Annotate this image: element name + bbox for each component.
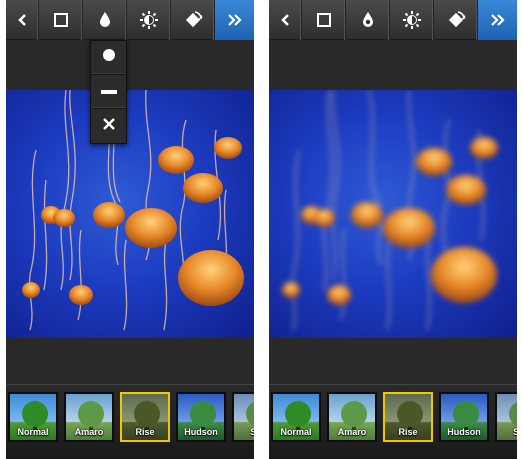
filter-label: Rise	[135, 427, 155, 437]
next-button[interactable]	[215, 0, 254, 40]
tilt-shift-radial-option[interactable]	[91, 41, 126, 75]
filter-normal[interactable]: Normal	[8, 392, 58, 442]
filter-rise[interactable]: Rise	[383, 392, 433, 442]
filter-label: Normal	[17, 427, 49, 437]
filter-normal[interactable]: Normal	[271, 392, 321, 442]
rotate-button[interactable]	[171, 0, 215, 40]
photo-preview[interactable]	[269, 90, 517, 338]
lux-icon	[402, 10, 422, 30]
border-icon	[53, 12, 69, 28]
filter-label: Sie	[234, 427, 254, 437]
tilt-shift-linear-option[interactable]	[91, 75, 126, 109]
photo-preview[interactable]	[6, 90, 254, 338]
filter-label: Amaro	[337, 427, 367, 437]
rotate-icon	[183, 10, 203, 30]
lux-button[interactable]	[390, 0, 434, 40]
filter-hudson[interactable]: Hudson	[176, 392, 226, 442]
off-icon	[102, 117, 116, 136]
toolbar	[269, 0, 517, 40]
filter-sierra[interactable]: Sie	[495, 392, 517, 442]
filter-hudson[interactable]: Hudson	[439, 392, 489, 442]
filter-label: Hudson	[447, 427, 481, 437]
tilt-shift-off-option[interactable]	[91, 109, 126, 143]
tilt-shift-button[interactable]	[83, 0, 127, 40]
filter-label: Sie	[497, 427, 517, 437]
filter-strip[interactable]: Normal Amaro Rise Hudson Sie	[6, 384, 254, 459]
filter-strip[interactable]: Normal Amaro Rise Hudson Sie	[269, 384, 517, 459]
lux-icon	[139, 10, 159, 30]
rotate-icon	[446, 10, 466, 30]
radial-icon	[102, 48, 116, 67]
jellyfish-image-blurred	[282, 90, 498, 331]
tilt-shift-menu	[90, 40, 127, 144]
next-button[interactable]	[478, 0, 517, 40]
linear-icon	[100, 83, 118, 101]
tilt-shift-icon	[98, 11, 112, 29]
toolbar	[6, 0, 254, 40]
forward-icon	[226, 13, 244, 27]
editor-screen-right: Normal Amaro Rise Hudson Sie	[269, 0, 517, 459]
filter-label: Hudson	[184, 427, 218, 437]
jellyfish-image	[22, 90, 244, 331]
border-button[interactable]	[302, 0, 346, 40]
rotate-button[interactable]	[434, 0, 478, 40]
filter-amaro[interactable]: Amaro	[327, 392, 377, 442]
back-button[interactable]	[6, 0, 39, 40]
tilt-shift-icon	[361, 11, 375, 29]
border-icon	[316, 12, 332, 28]
forward-icon	[489, 13, 507, 27]
filter-label: Normal	[280, 427, 312, 437]
border-button[interactable]	[39, 0, 83, 40]
back-icon	[16, 13, 28, 27]
lux-button[interactable]	[127, 0, 171, 40]
filter-label: Amaro	[74, 427, 104, 437]
back-icon	[279, 13, 291, 27]
filter-amaro[interactable]: Amaro	[64, 392, 114, 442]
filter-label: Rise	[398, 427, 418, 437]
back-button[interactable]	[269, 0, 302, 40]
tilt-shift-button[interactable]	[346, 0, 390, 40]
filter-rise[interactable]: Rise	[120, 392, 170, 442]
editor-screen-left: Normal Amaro Rise Hudson Sie	[6, 0, 254, 459]
filter-sierra[interactable]: Sie	[232, 392, 254, 442]
